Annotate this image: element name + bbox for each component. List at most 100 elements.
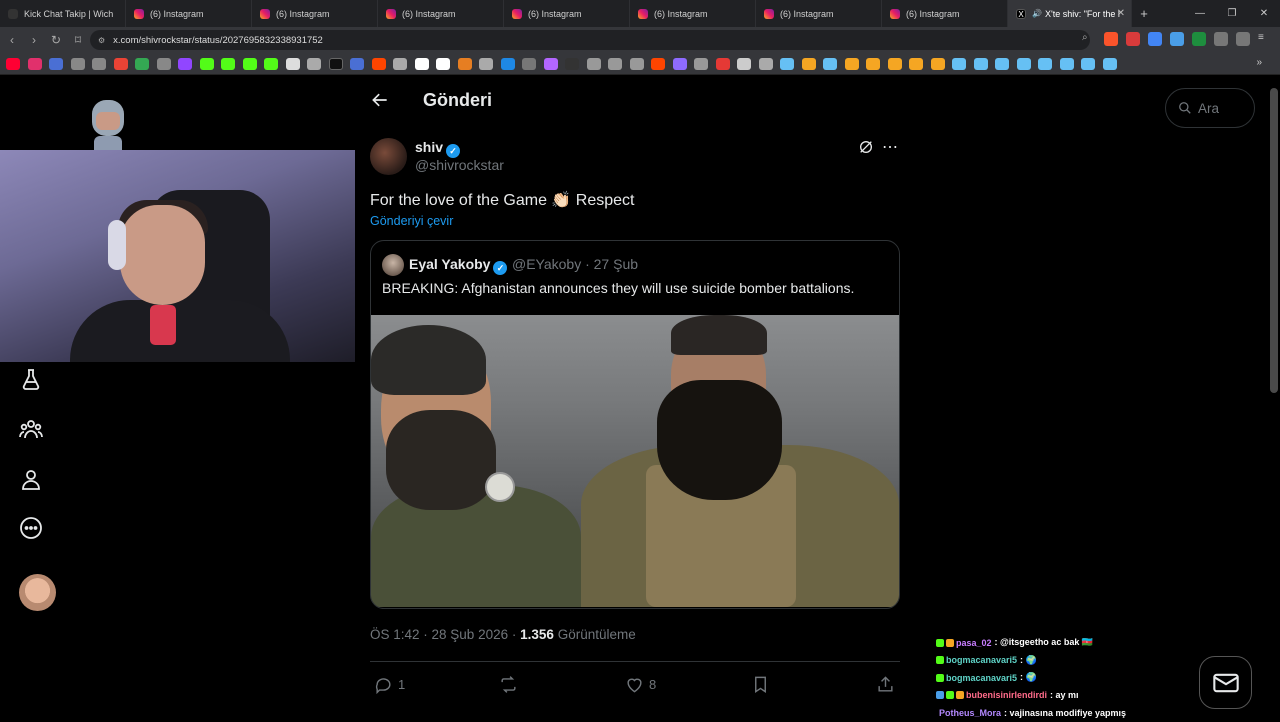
author-handle[interactable]: @shivrockstar: [415, 157, 504, 173]
puzzle-icon[interactable]: [1214, 32, 1228, 46]
bookmark-icon[interactable]: [522, 57, 536, 70]
kick-icon[interactable]: [199, 57, 214, 70]
reddit-icon[interactable]: [651, 57, 665, 70]
brave-shield-icon[interactable]: [1104, 32, 1118, 46]
bookmarks-overflow-icon[interactable]: »: [1256, 57, 1262, 68]
bookmark-icon[interactable]: [49, 57, 63, 70]
bookmark-icon[interactable]: [844, 57, 859, 70]
browser-tab[interactable]: (6) Instagram: [504, 0, 630, 27]
translate-link[interactable]: Gönderiyi çevir: [370, 214, 453, 228]
more-icon[interactable]: ⋯: [882, 137, 899, 157]
author-name[interactable]: shiv: [415, 139, 443, 155]
bookmark-icon[interactable]: [543, 57, 558, 70]
browser-tab[interactable]: (6) Instagram: [378, 0, 504, 27]
steam-icon[interactable]: [995, 57, 1009, 70]
x-icon[interactable]: [328, 57, 343, 70]
twitch-icon[interactable]: [178, 57, 192, 70]
close-window-icon[interactable]: ✕: [1248, 8, 1280, 19]
share-button[interactable]: [876, 674, 900, 694]
bookmark-icon[interactable]: [608, 57, 622, 70]
site-info-icon[interactable]: ⚙: [98, 36, 105, 45]
bookmark-icon[interactable]: [479, 57, 493, 70]
steam-icon[interactable]: [973, 57, 988, 70]
extension-icon[interactable]: [1126, 32, 1140, 46]
bookmark-icon[interactable]: [436, 57, 450, 70]
back-arrow-icon[interactable]: [370, 90, 390, 110]
messages-button[interactable]: [1199, 656, 1252, 709]
browser-tab[interactable]: Kick Chat Takip | Wich: [0, 0, 126, 27]
zoom-icon[interactable]: ⌕: [1082, 32, 1096, 46]
quoted-tweet-image[interactable]: [371, 315, 899, 607]
back-nav-icon[interactable]: ‹: [2, 33, 22, 47]
anchor-icon[interactable]: [285, 57, 300, 70]
browser-tab[interactable]: (6) Instagram: [252, 0, 378, 27]
new-tab-button[interactable]: +: [1132, 6, 1156, 21]
more-options-icon[interactable]: [19, 516, 43, 540]
instagram-icon[interactable]: [27, 57, 42, 70]
grok-flask-icon[interactable]: [19, 367, 43, 391]
bookmark-icon[interactable]: [565, 57, 579, 70]
bookmark-icon[interactable]: [715, 57, 730, 70]
author-name-row[interactable]: shiv ✓: [415, 139, 461, 158]
reload-icon[interactable]: ↻: [46, 33, 66, 47]
url-field[interactable]: ⚙ x.com/shivrockstar/status/202769583233…: [90, 30, 1090, 50]
kick-icon[interactable]: [221, 57, 235, 70]
bookmark-icon[interactable]: [737, 57, 751, 70]
bookmark-icon[interactable]: [350, 57, 364, 70]
quoted-tweet[interactable]: Eyal Yakoby ✓ @EYakoby · 27 Şub BREAKING:…: [370, 240, 900, 609]
steam-icon[interactable]: [780, 57, 794, 70]
bookmark-icon[interactable]: [457, 57, 472, 70]
minimize-icon[interactable]: —: [1184, 8, 1216, 19]
bookmark-icon[interactable]: [909, 57, 923, 70]
bookmark-icon[interactable]: [264, 57, 278, 70]
steam-icon[interactable]: [823, 57, 837, 70]
browser-tab[interactable]: (6) Instagram: [126, 0, 252, 27]
extension-icon[interactable]: [1170, 32, 1184, 46]
extension-icon[interactable]: [1148, 32, 1162, 46]
browser-tab[interactable]: (6) Instagram: [882, 0, 1008, 27]
bookmark-icon[interactable]: [866, 57, 880, 70]
kick-icon[interactable]: [242, 57, 257, 70]
profile-icon[interactable]: [19, 468, 43, 492]
maximize-icon[interactable]: ❐: [1216, 8, 1248, 19]
bookmark-page-icon[interactable]: ⌑: [68, 33, 88, 47]
bookmark-icon[interactable]: [629, 57, 644, 70]
browser-tab[interactable]: (6) Instagram: [756, 0, 882, 27]
bookmark-icon[interactable]: [414, 57, 429, 70]
tweet-time[interactable]: ÖS 1:42 · 28 Şub 2026 ·: [370, 627, 516, 642]
steam-icon[interactable]: [1102, 57, 1117, 70]
search-input[interactable]: Ara: [1165, 88, 1255, 128]
like-button[interactable]: 8: [625, 674, 656, 694]
bookmark-icon[interactable]: [887, 57, 902, 70]
audio-icon[interactable]: 🔊: [1032, 9, 1042, 18]
close-tab-icon[interactable]: ✕: [1117, 8, 1125, 19]
steam-icon[interactable]: [1081, 57, 1095, 70]
bookmark-icon[interactable]: [500, 57, 515, 70]
browser-tab-active[interactable]: X 🔊 X'te shiv: "For the l ✕: [1008, 0, 1132, 27]
bookmark-button[interactable]: [751, 674, 775, 694]
folder-icon[interactable]: [758, 57, 773, 70]
author-avatar[interactable]: [370, 138, 407, 175]
steam-icon[interactable]: [1038, 57, 1052, 70]
reply-button[interactable]: 1: [374, 674, 405, 694]
gmail-icon[interactable]: [113, 57, 128, 70]
quoted-author-avatar[interactable]: [382, 254, 404, 276]
drive-icon[interactable]: [135, 57, 149, 70]
steam-icon[interactable]: [952, 57, 966, 70]
account-avatar[interactable]: [19, 574, 56, 611]
grok-icon[interactable]: [858, 139, 874, 155]
scrollbar[interactable]: [1270, 88, 1278, 393]
sidebar-icon[interactable]: [1236, 32, 1250, 46]
menu-icon[interactable]: ≡: [1258, 32, 1272, 46]
steam-icon[interactable]: [1016, 57, 1031, 70]
globe-icon[interactable]: [70, 57, 85, 70]
youtube-icon[interactable]: [6, 57, 20, 70]
communities-icon[interactable]: [19, 417, 43, 441]
browser-tab[interactable]: (6) Instagram: [630, 0, 756, 27]
globe-icon[interactable]: [156, 57, 171, 70]
steam-icon[interactable]: [1059, 57, 1074, 70]
quoted-author-name[interactable]: Eyal Yakoby: [409, 256, 490, 272]
globe-icon[interactable]: [92, 57, 106, 70]
reddit-icon[interactable]: [371, 57, 386, 70]
bookmark-icon[interactable]: [393, 57, 407, 70]
